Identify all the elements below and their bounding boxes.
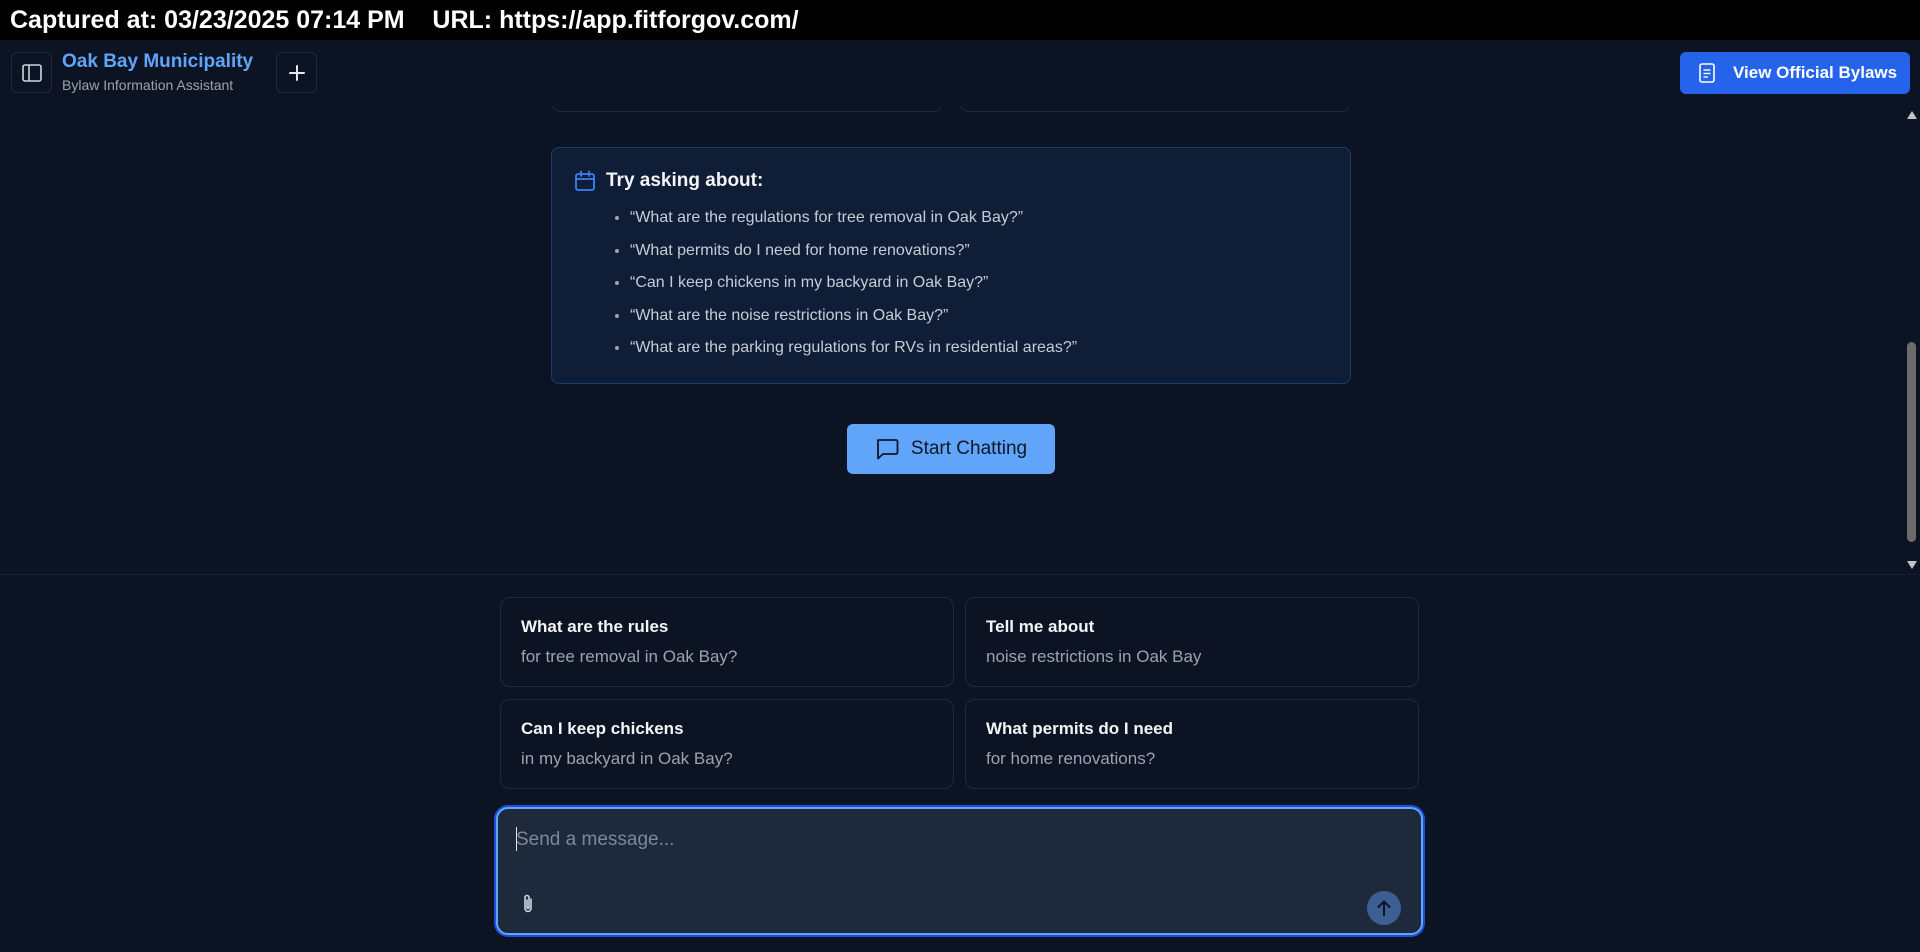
new-chat-button[interactable] xyxy=(276,52,317,93)
suggestion-card[interactable]: What are the rules for tree removal in O… xyxy=(500,597,954,687)
suggestion-title: Can I keep chickens xyxy=(521,719,684,738)
try-asking-heading: Try asking about: xyxy=(574,170,1328,192)
capture-text: Captured at: 03/23/2025 07:14 PM URL: ht… xyxy=(10,5,799,34)
example-question: “What are the parking regulations for RV… xyxy=(630,336,1328,369)
app-header: Oak Bay Municipality Bylaw Information A… xyxy=(0,40,1920,106)
start-chatting-button[interactable]: Start Chatting xyxy=(847,424,1055,474)
suggestion-card[interactable]: Can I keep chickens in my backyard in Oa… xyxy=(500,699,954,789)
suggestion-subtitle: for home renovations? xyxy=(986,749,1156,768)
scroll-down-arrow-icon[interactable] xyxy=(1907,561,1917,569)
scrollbar-thumb[interactable] xyxy=(1907,342,1916,542)
composer-area: What are the rules for tree removal in O… xyxy=(0,574,1920,952)
calendar-icon xyxy=(575,170,595,191)
example-question: “Can I keep chickens in my backyard in O… xyxy=(630,271,1328,304)
text-caret xyxy=(516,827,517,851)
feature-card xyxy=(552,106,942,112)
scroll-up-arrow-icon[interactable] xyxy=(1907,111,1917,119)
suggestion-title: What are the rules xyxy=(521,617,669,636)
view-official-bylaws-button[interactable]: View Official Bylaws xyxy=(1680,52,1910,94)
suggestion-title: What permits do I need xyxy=(986,719,1174,738)
message-input[interactable] xyxy=(516,825,1376,855)
suggestion-subtitle: in my backyard in Oak Bay? xyxy=(521,749,733,768)
try-asking-title: Try asking about: xyxy=(606,170,764,191)
message-composer xyxy=(496,807,1423,935)
app-title: Oak Bay Municipality xyxy=(62,51,254,72)
example-question: “What are the regulations for tree remov… xyxy=(630,206,1328,239)
feature-card xyxy=(960,106,1350,112)
document-icon xyxy=(1699,63,1715,83)
app-subtitle: Bylaw Information Assistant xyxy=(62,77,234,93)
arrow-up-icon xyxy=(1377,900,1391,916)
example-questions-list: “What are the regulations for tree remov… xyxy=(630,206,1328,369)
example-question: “What permits do I need for home renovat… xyxy=(630,239,1328,272)
suggestion-subtitle: for tree removal in Oak Bay? xyxy=(521,647,738,666)
chat-scroll-area[interactable]: Try asking about: “What are the regulati… xyxy=(0,106,1920,574)
view-official-bylaws-label: View Official Bylaws xyxy=(1733,63,1898,82)
suggestion-subtitle: noise restrictions in Oak Bay xyxy=(986,647,1202,666)
suggestion-title: Tell me about xyxy=(986,617,1095,636)
attach-button[interactable] xyxy=(520,893,536,920)
suggestion-card[interactable]: Tell me about noise restrictions in Oak … xyxy=(965,597,1419,687)
start-chatting-label: Start Chatting xyxy=(910,438,1028,459)
example-question: “What are the noise restrictions in Oak … xyxy=(630,304,1328,337)
send-button[interactable] xyxy=(1367,891,1401,925)
vertical-scrollbar[interactable] xyxy=(1903,106,1920,574)
suggestion-card[interactable]: What permits do I need for home renovati… xyxy=(965,699,1419,789)
chat-icon xyxy=(876,439,899,460)
sidebar-toggle-icon xyxy=(21,63,42,82)
paperclip-icon xyxy=(524,894,532,913)
plus-icon xyxy=(288,64,305,81)
brand: Oak Bay Municipality Bylaw Information A… xyxy=(62,50,253,94)
try-asking-panel: Try asking about: “What are the regulati… xyxy=(551,147,1351,384)
sidebar-toggle-button[interactable] xyxy=(11,52,52,93)
capture-info-bar: Captured at: 03/23/2025 07:14 PM URL: ht… xyxy=(0,0,1920,40)
